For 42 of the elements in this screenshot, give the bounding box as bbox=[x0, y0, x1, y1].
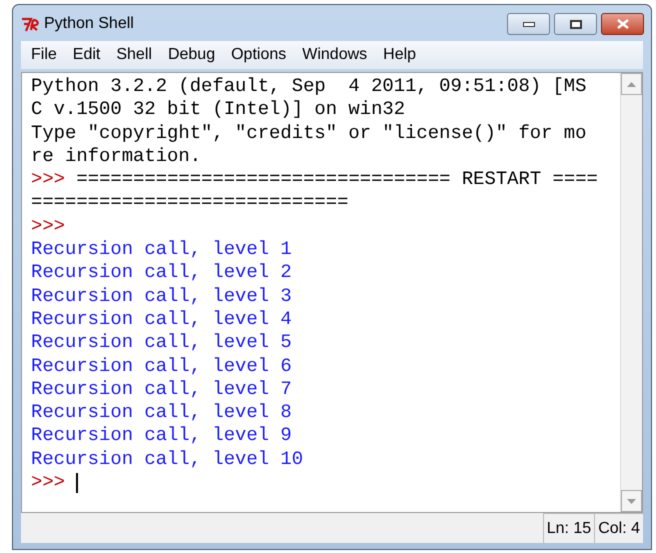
program-output-line: Recursion call, level 8 bbox=[31, 401, 292, 424]
shell-text-line: re information. bbox=[31, 144, 202, 168]
shell-text-line: Python 3.2.2 (default, Sep 4 2011, 09:51:08) [MS bbox=[31, 75, 586, 98]
menu-item[interactable]: File bbox=[23, 43, 65, 67]
program-output-line: Recursion call, level 10 bbox=[31, 448, 304, 472]
shell-text-line: Type "copyright", "credits" or "license()" for mo bbox=[31, 122, 586, 145]
down-arrow-icon bbox=[627, 498, 636, 504]
minimize-icon bbox=[522, 22, 534, 26]
menu-item[interactable]: Help bbox=[375, 43, 424, 67]
menu-item[interactable]: Options bbox=[223, 43, 294, 67]
line-number-status: Ln: 15 bbox=[542, 513, 594, 543]
prompt-marker: >>> bbox=[31, 214, 66, 238]
maximize-icon bbox=[570, 20, 582, 28]
column-number-status: Col: 4 bbox=[594, 513, 643, 543]
shell-text-line: C v.1500 32 bit (Intel)] on win32 bbox=[31, 98, 406, 122]
shell-text-line: ================================= RESTART ==== bbox=[76, 168, 598, 192]
program-output-line: Recursion call, level 2 bbox=[31, 261, 292, 285]
program-output-line: Recursion call, level 3 bbox=[31, 284, 292, 308]
prompt-marker: >>> bbox=[31, 471, 66, 494]
text-cursor bbox=[76, 472, 78, 493]
program-output-line: Recursion call, level 7 bbox=[31, 378, 292, 402]
program-output-line: Recursion call, level 9 bbox=[31, 424, 292, 448]
program-output-line: Recursion call, level 5 bbox=[31, 331, 292, 355]
close-button[interactable] bbox=[601, 13, 644, 35]
program-output-line: Recursion call, level 1 bbox=[31, 238, 292, 262]
menu-item[interactable]: Shell bbox=[108, 43, 160, 67]
minimize-button[interactable] bbox=[507, 13, 550, 35]
prompt-marker: >>> bbox=[31, 168, 66, 192]
feather-logo-icon bbox=[21, 16, 41, 32]
scroll-up-button[interactable] bbox=[621, 73, 642, 95]
close-icon bbox=[616, 19, 628, 29]
window-title: Python Shell bbox=[44, 14, 134, 34]
vertical-scrollbar[interactable] bbox=[620, 73, 642, 512]
program-output-line: Recursion call, level 6 bbox=[31, 354, 292, 378]
menu-item[interactable]: Debug bbox=[160, 43, 224, 67]
menu-item[interactable]: Edit bbox=[64, 43, 108, 67]
program-output-line: Recursion call, level 4 bbox=[31, 308, 292, 332]
scroll-down-button[interactable] bbox=[621, 490, 642, 512]
maximize-button[interactable] bbox=[554, 13, 597, 35]
shell-text-line: ============================ bbox=[31, 191, 348, 215]
up-arrow-icon bbox=[627, 82, 636, 86]
menu-item[interactable]: Windows bbox=[294, 43, 376, 67]
